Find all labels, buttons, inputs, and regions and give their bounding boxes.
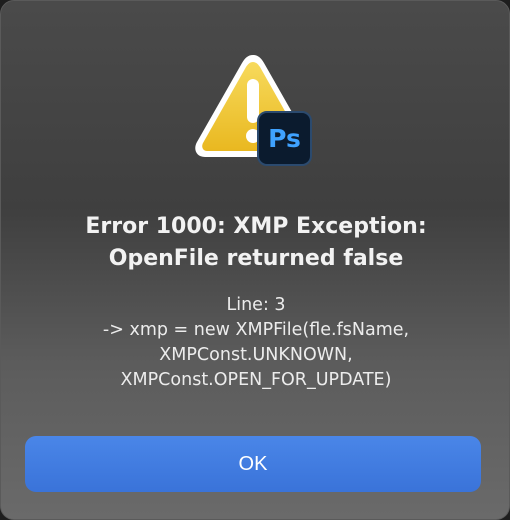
dialog-icon: Ps [191, 49, 316, 167]
message-line: XMPConst.UNKNOWN, [159, 345, 353, 365]
dialog-title: Error 1000: XMP Exception: OpenFile retu… [1, 211, 509, 275]
alert-dialog: Ps Error 1000: XMP Exception: OpenFile r… [0, 0, 510, 520]
photoshop-icon: Ps [257, 111, 312, 166]
message-line: -> xmp = new XMPFile(fle.fsName, [102, 320, 410, 340]
dialog-message: Line: 3 -> xmp = new XMPFile(fle.fsName,… [1, 293, 509, 393]
title-line: OpenFile returned false [108, 246, 404, 271]
message-line: XMPConst.OPEN_FOR_UPDATE) [120, 370, 392, 390]
ok-button[interactable]: OK [25, 436, 481, 492]
message-line: Line: 3 [226, 295, 286, 315]
title-line: Error 1000: XMP Exception: [85, 214, 427, 239]
